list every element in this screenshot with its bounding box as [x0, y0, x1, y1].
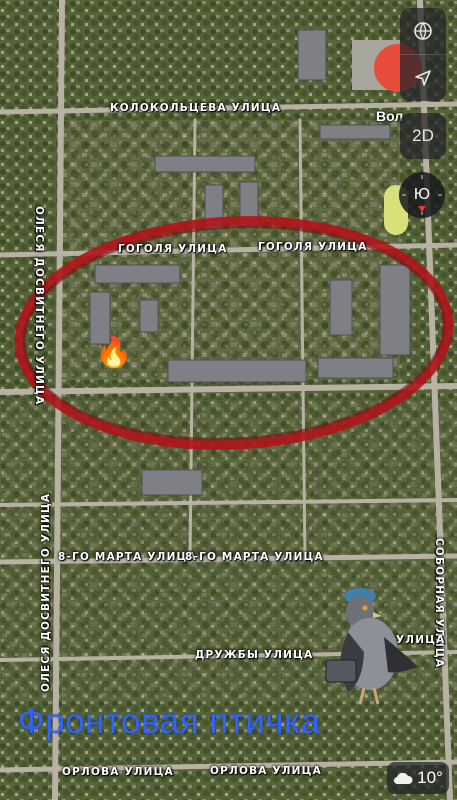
view-mode-button[interactable]: 2D [400, 113, 446, 159]
street-label-sobornaya: СОБОРНАЯ УЛИЦА [433, 538, 445, 669]
weather-widget[interactable]: 10° [387, 762, 449, 794]
compass-button[interactable]: Ю [399, 172, 445, 218]
pigeon-icon [325, 588, 418, 705]
street-label-orlova: ОРЛОВА УЛИЦА [210, 765, 322, 777]
location-arrow-icon [415, 70, 431, 86]
locate-button[interactable] [400, 54, 446, 101]
street-label-druzhby: ДРУЖБЫ УЛИЦА [195, 649, 314, 661]
temperature-label: 10° [417, 768, 443, 787]
street-label-kolokoltseva: КОЛОКОЛЬЦЕВА УЛИЦА [110, 102, 282, 114]
street-label-orlova: ОРЛОВА УЛИЦА [62, 766, 174, 778]
street-label-8-marta: 8-ГО МАРТА УЛИЦА [58, 551, 197, 563]
street-label-gogolya: ГОГОЛЯ УЛИЦА [258, 241, 368, 253]
compass-label: Ю [413, 186, 431, 203]
globe-icon [414, 22, 432, 40]
street-label-dosvitnego: ОЛЕСЯ ДОСВИТНЕГО УЛИЦА [40, 492, 52, 692]
street-label-8-marta: 8-ГО МАРТА УЛИЦА [185, 551, 324, 563]
globe-button[interactable] [400, 8, 446, 54]
watermark-text: Фронтовая птичка [18, 702, 321, 741]
fire-icon: 🔥 [95, 335, 133, 370]
cloud-icon [394, 772, 413, 785]
street-label-dosvitnego: ОЛЕСЯ ДОСВИТНЕГО УЛИЦА [33, 206, 45, 406]
street-label-gogolya: ГОГОЛЯ УЛИЦА [118, 243, 228, 255]
